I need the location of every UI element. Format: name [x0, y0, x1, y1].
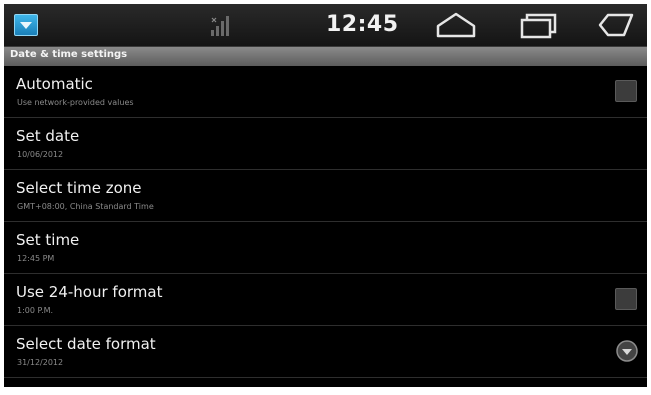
back-button[interactable] [594, 10, 638, 40]
status-bar: 12:45 [4, 4, 647, 47]
settings-list: Automatic Use network-provided values Se… [4, 66, 647, 378]
chevron-down-icon [616, 340, 638, 362]
app-notification-icon[interactable] [14, 14, 38, 36]
setting-summary: GMT+08:00, China Standard Time [17, 202, 154, 211]
page-title: Date & time settings [10, 49, 128, 60]
setting-date-format[interactable]: Select date format 31/12/2012 [4, 326, 647, 378]
setting-title: Use 24-hour format [16, 283, 163, 301]
signal-icon [209, 14, 233, 38]
setting-automatic[interactable]: Automatic Use network-provided values [4, 66, 647, 118]
setting-summary: 31/12/2012 [17, 358, 64, 367]
setting-summary: 10/06/2012 [17, 150, 64, 159]
setting-set-time[interactable]: Set time 12:45 PM [4, 222, 647, 274]
setting-title: Select date format [16, 335, 156, 353]
date-format-dropdown[interactable] [615, 339, 639, 363]
setting-title: Automatic [16, 75, 93, 93]
setting-title: Set date [16, 127, 80, 145]
setting-set-date[interactable]: Set date 10/06/2012 [4, 118, 647, 170]
device-screen: 12:45 Date & time settings Automatic Use… [4, 4, 647, 387]
setting-time-zone[interactable]: Select time zone GMT+08:00, China Standa… [4, 170, 647, 222]
setting-summary: 12:45 PM [17, 254, 55, 263]
automatic-checkbox[interactable] [615, 80, 637, 102]
back-icon [598, 13, 634, 37]
setting-summary: Use network-provided values [17, 98, 134, 107]
settings-header: Date & time settings [4, 47, 647, 66]
setting-summary: 1:00 P.M. [17, 306, 54, 315]
recent-apps-icon [520, 13, 557, 39]
setting-title: Select time zone [16, 179, 142, 197]
recent-apps-button[interactable] [516, 10, 560, 40]
setting-title: Set time [16, 231, 80, 249]
home-button[interactable] [434, 10, 478, 40]
status-time: 12:45 [326, 12, 399, 37]
home-icon [436, 12, 476, 38]
24-hour-checkbox[interactable] [615, 288, 637, 310]
setting-24-hour-format[interactable]: Use 24-hour format 1:00 P.M. [4, 274, 647, 326]
